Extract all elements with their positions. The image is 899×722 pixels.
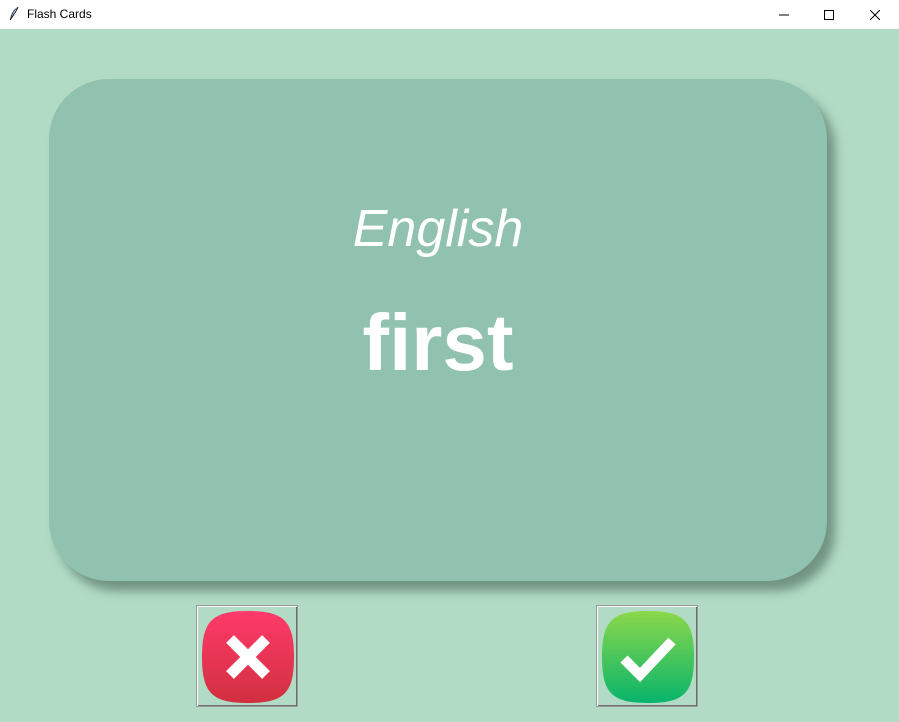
x-icon bbox=[202, 611, 294, 703]
maximize-icon bbox=[824, 9, 834, 20]
minimize-button[interactable] bbox=[761, 0, 807, 29]
card-language: English bbox=[352, 200, 524, 258]
check-icon bbox=[602, 611, 694, 703]
close-button[interactable] bbox=[852, 0, 898, 29]
minimize-icon bbox=[779, 14, 789, 15]
flash-card: English first bbox=[49, 79, 827, 581]
wrong-button[interactable] bbox=[196, 605, 298, 707]
right-button[interactable] bbox=[596, 605, 698, 707]
title-bar: Flash Cards bbox=[0, 0, 899, 29]
feather-icon bbox=[7, 6, 21, 22]
card-word: first bbox=[362, 298, 514, 387]
maximize-button[interactable] bbox=[806, 0, 852, 29]
close-icon bbox=[870, 9, 880, 20]
window-title: Flash Cards bbox=[27, 7, 92, 21]
